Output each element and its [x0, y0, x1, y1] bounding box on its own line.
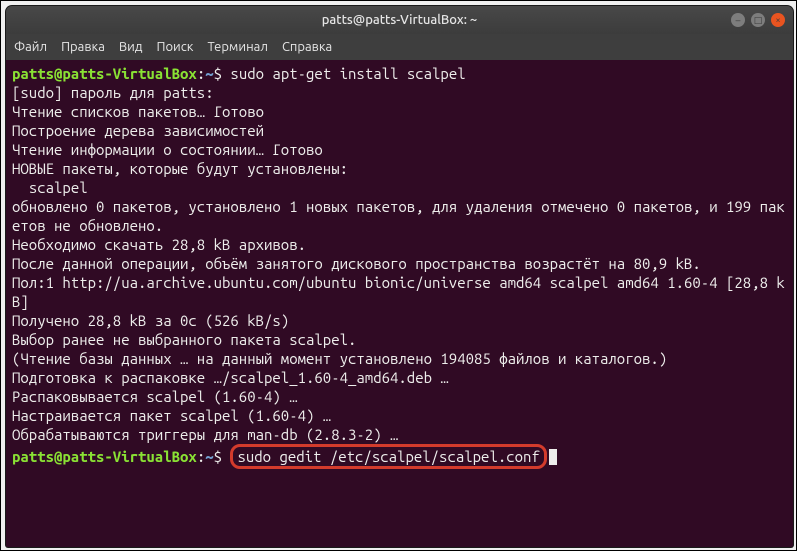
maximize-button[interactable]: □	[751, 13, 765, 27]
prompt-sep: :	[197, 448, 205, 465]
command-1: sudo apt-get install scalpel	[222, 65, 466, 82]
prompt-userhost: patts@patts-VirtualBox	[12, 65, 197, 82]
output-line: Выбор ранее не выбранного пакета scalpel…	[12, 330, 787, 349]
output-line: (Чтение базы данных … на данный момент у…	[12, 349, 787, 368]
prompt-sym: $	[214, 448, 222, 465]
output-line: Пол:1 http://ua.archive.ubuntu.com/ubunt…	[12, 273, 787, 311]
menu-search[interactable]: Поиск	[156, 40, 193, 54]
output-line: Чтение списков пакетов… Готово	[12, 102, 787, 121]
output-line: Распаковывается scalpel (1.60-4) …	[12, 387, 787, 406]
command-2: sudo gedit /etc/scalpel/scalpel.conf	[237, 448, 539, 465]
output-line: обновлено 0 пакетов, установлено 1 новых…	[12, 197, 787, 235]
output-line: Обрабатываются триггеры для man-db (2.8.…	[12, 425, 787, 444]
prompt-path: ~	[205, 65, 213, 82]
menu-file[interactable]: Файл	[14, 40, 47, 54]
menu-view[interactable]: Вид	[119, 40, 143, 54]
output-line: Получено 28,8 kB за 0с (526 kB/s)	[12, 311, 787, 330]
cursor-icon	[549, 449, 557, 465]
prompt-sep: :	[197, 65, 205, 82]
prompt-sym: $	[214, 65, 222, 82]
menu-help[interactable]: Справка	[282, 40, 332, 54]
prompt-userhost: patts@patts-VirtualBox	[12, 448, 197, 465]
terminal-output[interactable]: patts@patts-VirtualBox:~$ sudo apt-get i…	[6, 60, 793, 547]
titlebar: patts@patts-VirtualBox: ~ ‒ □ ×	[6, 6, 793, 34]
prompt-line-1: patts@patts-VirtualBox:~$ sudo apt-get i…	[12, 64, 787, 83]
output-line: НОВЫЕ пакеты, которые будут установлены:	[12, 159, 787, 178]
highlighted-command: sudo gedit /etc/scalpel/scalpel.conf	[230, 444, 546, 469]
terminal-window: patts@patts-VirtualBox: ~ ‒ □ × Файл Пра…	[6, 6, 793, 547]
menu-terminal[interactable]: Терминал	[207, 40, 267, 54]
output-line: [sudo] пароль для patts:	[12, 83, 787, 102]
prompt-path: ~	[205, 448, 213, 465]
window-title: patts@patts-VirtualBox: ~	[322, 13, 478, 27]
menubar: Файл Правка Вид Поиск Терминал Справка	[6, 34, 793, 60]
close-button[interactable]: ×	[771, 13, 785, 27]
output-line: После данной операции, объём занятого ди…	[12, 254, 787, 273]
output-line: Настраивается пакет scalpel (1.60-4) …	[12, 406, 787, 425]
window-buttons: ‒ □ ×	[731, 13, 785, 27]
output-line: Построение дерева зависимостей	[12, 121, 787, 140]
minimize-button[interactable]: ‒	[731, 13, 745, 27]
output-line: Чтение информации о состоянии… Готово	[12, 140, 787, 159]
output-line: Подготовка к распаковке …/scalpel_1.60-4…	[12, 368, 787, 387]
output-line: scalpel	[12, 178, 787, 197]
prompt-line-2: patts@patts-VirtualBox:~$ sudo gedit /et…	[12, 444, 787, 469]
menu-edit[interactable]: Правка	[61, 40, 105, 54]
output-line: Необходимо скачать 28,8 kB архивов.	[12, 235, 787, 254]
